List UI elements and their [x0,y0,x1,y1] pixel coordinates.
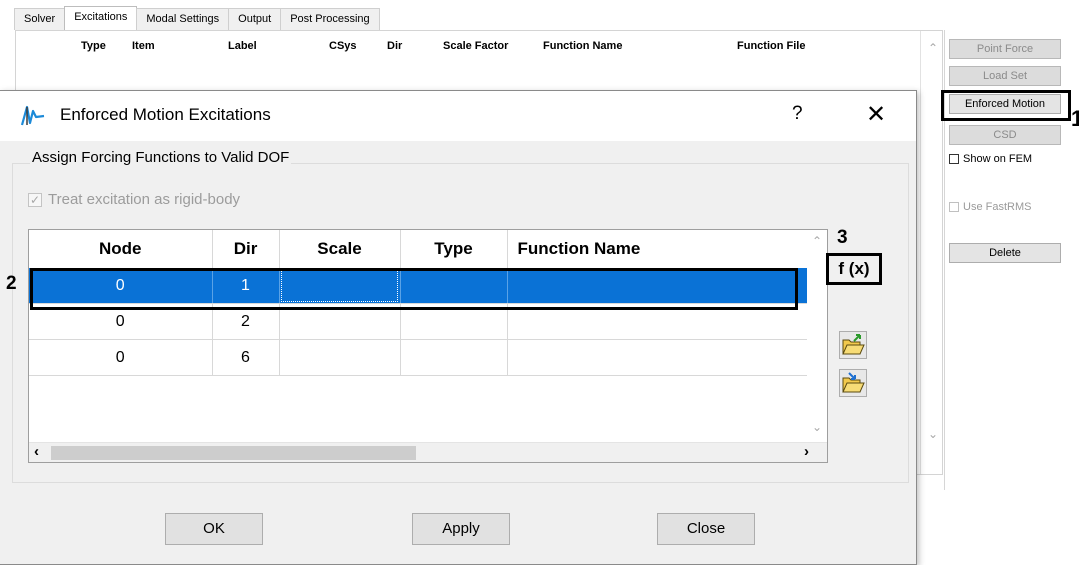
checkbox-icon[interactable] [949,154,959,164]
col-scale[interactable]: Scale [279,230,401,268]
app-wave-icon [20,105,45,126]
group-label: Assign Forcing Functions to Valid DOF [30,149,292,166]
cell-scale[interactable] [279,339,401,376]
load-function-button[interactable] [839,331,867,359]
tab-output[interactable]: Output [228,8,282,30]
scroll-up-icon[interactable]: ⌃ [812,234,822,248]
checkbox-icon[interactable] [949,202,959,212]
function-fx-button[interactable]: f (x) [826,253,882,285]
col-type[interactable]: Type [400,230,508,268]
folder-import-arrow-icon [842,372,865,393]
col-type[interactable]: Type [81,40,106,52]
annotation-3: 3 [837,227,848,248]
help-button[interactable]: ? [792,103,803,125]
scroll-right-icon[interactable]: › [804,443,809,460]
col-csys[interactable]: CSys [329,40,357,52]
tab-excitations[interactable]: Excitations [64,6,138,30]
col-dir[interactable]: Dir [212,230,280,268]
hscroll-thumb[interactable] [51,446,416,460]
cell-type[interactable] [400,339,508,376]
main-tab-strip: Solver Excitations Modal Settings Output… [14,6,380,30]
annotation-1: 1 [1071,106,1079,131]
tab-post-processing[interactable]: Post Processing [280,8,380,30]
table-hscroll[interactable]: ‹ › [29,442,827,462]
col-item[interactable]: Item [132,40,155,52]
excitations-vscroll[interactable]: ⌃ ⌄ [920,31,942,474]
rigid-body-label: Treat excitation as rigid-body [48,191,241,208]
dialog-title: Enforced Motion Excitations [60,105,271,124]
show-on-fem-checkbox[interactable]: Show on FEM [949,153,1032,165]
highlight-enforced-motion [941,90,1071,121]
rigid-body-checkbox[interactable]: ✓ Treat excitation as rigid-body [28,191,240,208]
close-icon[interactable]: ✕ [866,100,886,129]
scroll-down-icon[interactable]: ⌄ [812,420,822,434]
col-dir[interactable]: Dir [387,40,402,52]
apply-button[interactable]: Apply [412,513,510,545]
col-function-name[interactable]: Function Name [543,40,622,52]
cell-node[interactable]: 0 [29,339,213,376]
load-set-button[interactable]: Load Set [949,66,1061,86]
use-fastrms-checkbox[interactable]: Use FastRMS [949,201,1031,213]
table-vscroll[interactable]: ⌃ ⌄ [807,230,827,442]
enforced-motion-dialog: Enforced Motion Excitations ? ✕ Assign F… [0,90,917,565]
dof-table: Node Dir Scale Type Function Name 0 1 0 [28,229,828,463]
delete-button[interactable]: Delete [949,243,1061,263]
checkmark-icon[interactable]: ✓ [28,192,42,207]
cell-dir[interactable]: 6 [212,339,280,376]
close-button[interactable]: Close [657,513,755,545]
highlight-selected-row [30,268,798,310]
col-function-file[interactable]: Function File [737,40,805,52]
scroll-left-icon[interactable]: ‹ [34,443,39,460]
point-force-button[interactable]: Point Force [949,39,1061,59]
cell-function-name[interactable] [507,339,808,376]
scroll-up-icon[interactable]: ⌃ [928,41,938,55]
import-function-button[interactable] [839,369,867,397]
tab-modal-settings[interactable]: Modal Settings [136,8,230,30]
csd-button[interactable]: CSD [949,125,1061,145]
annotation-2: 2 [6,273,17,294]
col-scale-factor[interactable]: Scale Factor [443,40,508,52]
tab-solver[interactable]: Solver [14,8,66,30]
scroll-down-icon[interactable]: ⌄ [928,427,938,441]
col-node[interactable]: Node [29,230,213,268]
use-fastrms-label: Use FastRMS [963,201,1032,213]
table-row[interactable]: 0 6 [29,339,808,376]
show-on-fem-label: Show on FEM [963,153,1033,165]
col-label[interactable]: Label [228,40,257,52]
dialog-title-bar: Enforced Motion Excitations ? ✕ [0,91,916,141]
folder-open-arrow-icon [842,334,865,355]
ok-button[interactable]: OK [165,513,263,545]
col-function-name[interactable]: Function Name [507,230,808,268]
